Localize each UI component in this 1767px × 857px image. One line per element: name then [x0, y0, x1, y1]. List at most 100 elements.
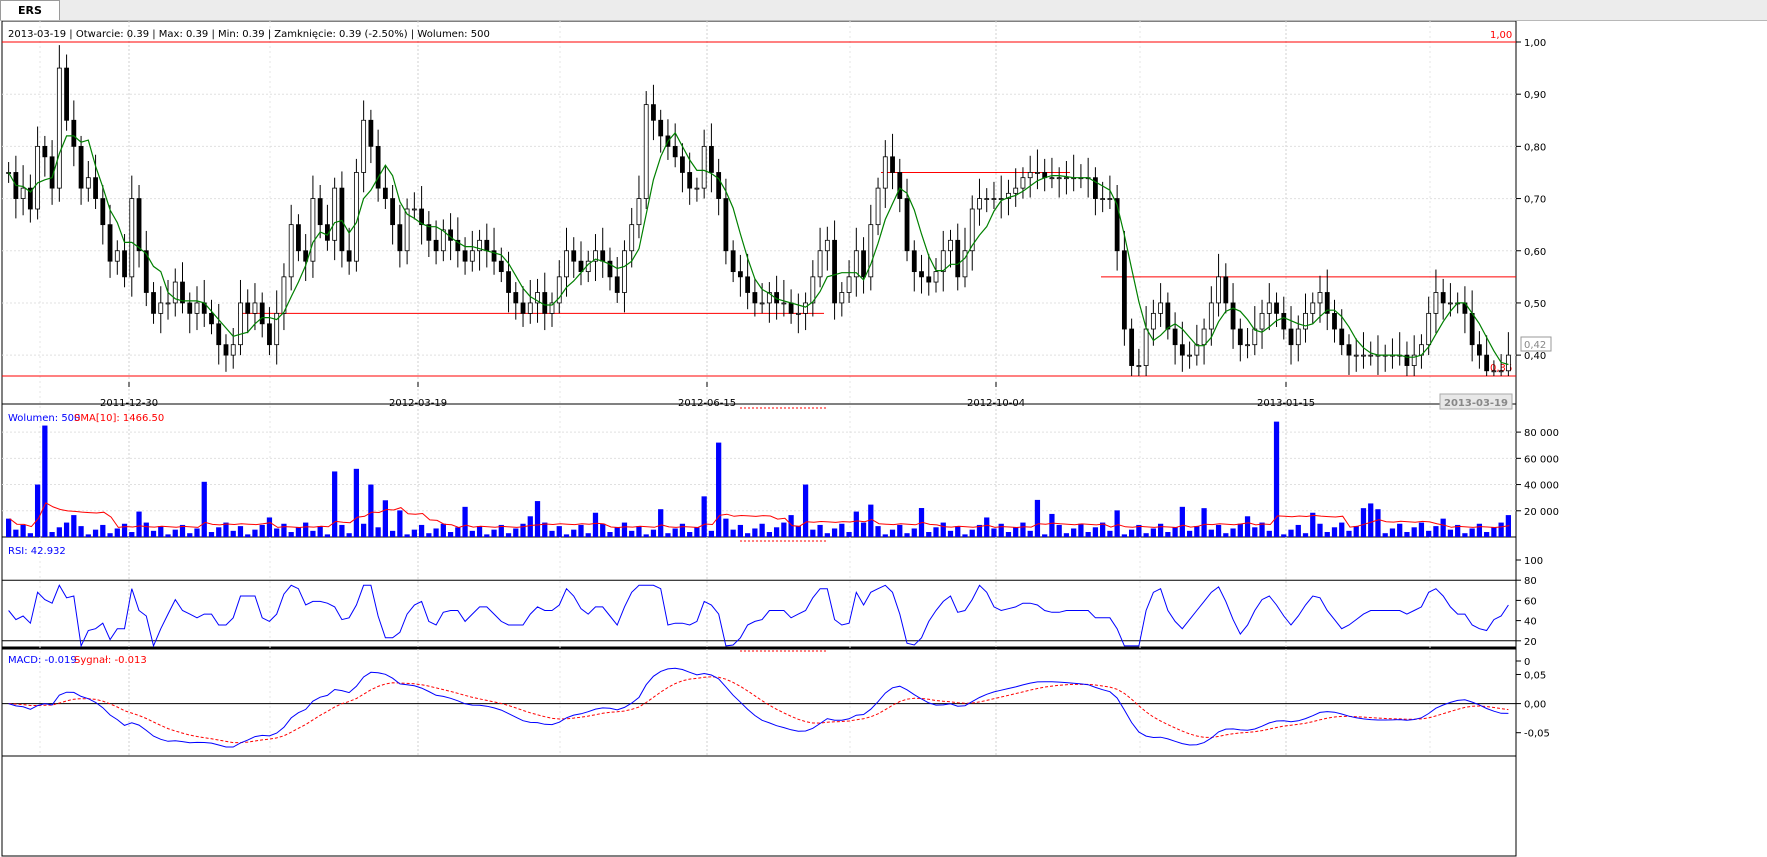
candle-body [1252, 328, 1258, 346]
candle-body [1426, 312, 1432, 346]
candle-body [1245, 344, 1250, 347]
volume-bar [404, 534, 410, 537]
volume-bar [1447, 529, 1454, 537]
volume-bar [1201, 508, 1207, 537]
candle-body [1100, 198, 1106, 200]
candle-body [382, 187, 388, 199]
candle-body [622, 250, 627, 293]
chart-svg[interactable]: 2013-03-19 | Otwarcie: 0.39 | Max: 0.39 … [0, 21, 1767, 857]
candle-body [890, 156, 895, 173]
volume-bar [665, 533, 671, 537]
candle-body [1317, 292, 1323, 304]
candle-body [991, 198, 997, 200]
volume-bar [100, 524, 106, 537]
volume-bar [303, 522, 309, 537]
volume-bar [259, 524, 265, 537]
volume-bar [810, 529, 816, 537]
volume-bar [1339, 522, 1345, 537]
volume-bar [585, 533, 591, 537]
y-tick-label: 20 [1524, 637, 1537, 648]
candle-body [238, 302, 243, 346]
candle-body [832, 239, 837, 304]
volume-bar [571, 529, 577, 537]
volume-bar [1498, 522, 1504, 537]
candle-body [817, 250, 823, 278]
volume-bar [1360, 508, 1367, 537]
volume-bar [1462, 533, 1468, 537]
volume-bar [1049, 513, 1055, 537]
volume-bar [165, 534, 171, 537]
volume-bar [563, 534, 570, 537]
candle-body [317, 198, 323, 226]
volume-bar [1288, 529, 1294, 537]
candle-body [1440, 292, 1446, 304]
volume-bar [85, 534, 91, 537]
volume-bar [1114, 510, 1120, 537]
candle-body [955, 239, 961, 278]
volume-bar [1013, 527, 1019, 537]
candle-body [187, 302, 193, 314]
volume-bar [701, 496, 707, 537]
volume-bar [1150, 528, 1156, 537]
candle-body [93, 177, 98, 199]
volume-bar [237, 526, 244, 537]
candle-body [1433, 292, 1439, 314]
volume-bar [1005, 532, 1012, 537]
candle-body [1049, 177, 1055, 180]
volume-bar [1426, 530, 1432, 537]
volume-bar [1484, 532, 1490, 537]
volume-bar [411, 529, 417, 537]
volume-bar [129, 532, 135, 537]
volume-label: Wolumen: 500 [8, 413, 80, 424]
volume-bar [1331, 527, 1338, 537]
candle-body [1013, 187, 1019, 194]
volume-bar [1440, 518, 1446, 537]
chart-area[interactable]: 2013-03-19 | Otwarcie: 0.39 | Max: 0.39 … [0, 21, 1767, 857]
candle-body [216, 323, 222, 346]
candle-body [788, 302, 794, 314]
volume-bar [904, 533, 910, 537]
y-tick-label: 0,05 [1524, 670, 1546, 681]
candle-body [933, 271, 939, 283]
volume-bar [687, 532, 693, 537]
volume-bar [629, 530, 635, 537]
volume-bar [56, 527, 62, 537]
candle-body [614, 276, 620, 293]
candle-body [1339, 328, 1345, 346]
volume-bar [824, 533, 830, 537]
volume-bar [694, 527, 700, 537]
volume-bar [288, 532, 294, 537]
volume-bar [752, 528, 758, 537]
candle-body [1027, 172, 1033, 179]
candle-body [709, 145, 714, 173]
volume-bar [1143, 533, 1149, 537]
tab-ers[interactable]: ERS [0, 0, 60, 20]
volume-bar [245, 534, 251, 537]
y-tick-label: 0,80 [1524, 142, 1546, 153]
candle-body [375, 145, 381, 189]
candle-body [20, 187, 26, 199]
volume-bar [1476, 523, 1483, 537]
volume-bar [339, 524, 345, 537]
candle-body [35, 145, 41, 210]
volume-bar [375, 527, 381, 537]
candle-body [781, 302, 787, 305]
volume-bar [846, 532, 852, 537]
volume-bar [42, 425, 48, 537]
volume-bar [933, 527, 939, 537]
candle-body [680, 156, 685, 173]
volume-bar [194, 528, 200, 537]
macd-label: MACD: -0.019 [8, 655, 77, 666]
candle-body [636, 198, 642, 226]
candle-body [361, 119, 367, 173]
volume-bar [716, 442, 722, 537]
volume-bar [730, 529, 736, 537]
volume-bar [208, 532, 215, 537]
y-tick-label: 0,40 [1524, 351, 1546, 362]
candle-body [564, 250, 569, 278]
volume-bar [397, 510, 403, 537]
volume-bar [187, 533, 193, 537]
candle-body [1223, 276, 1229, 304]
volume-bar [549, 530, 555, 537]
x-tick-label: 2013-01-15 [1257, 398, 1315, 409]
